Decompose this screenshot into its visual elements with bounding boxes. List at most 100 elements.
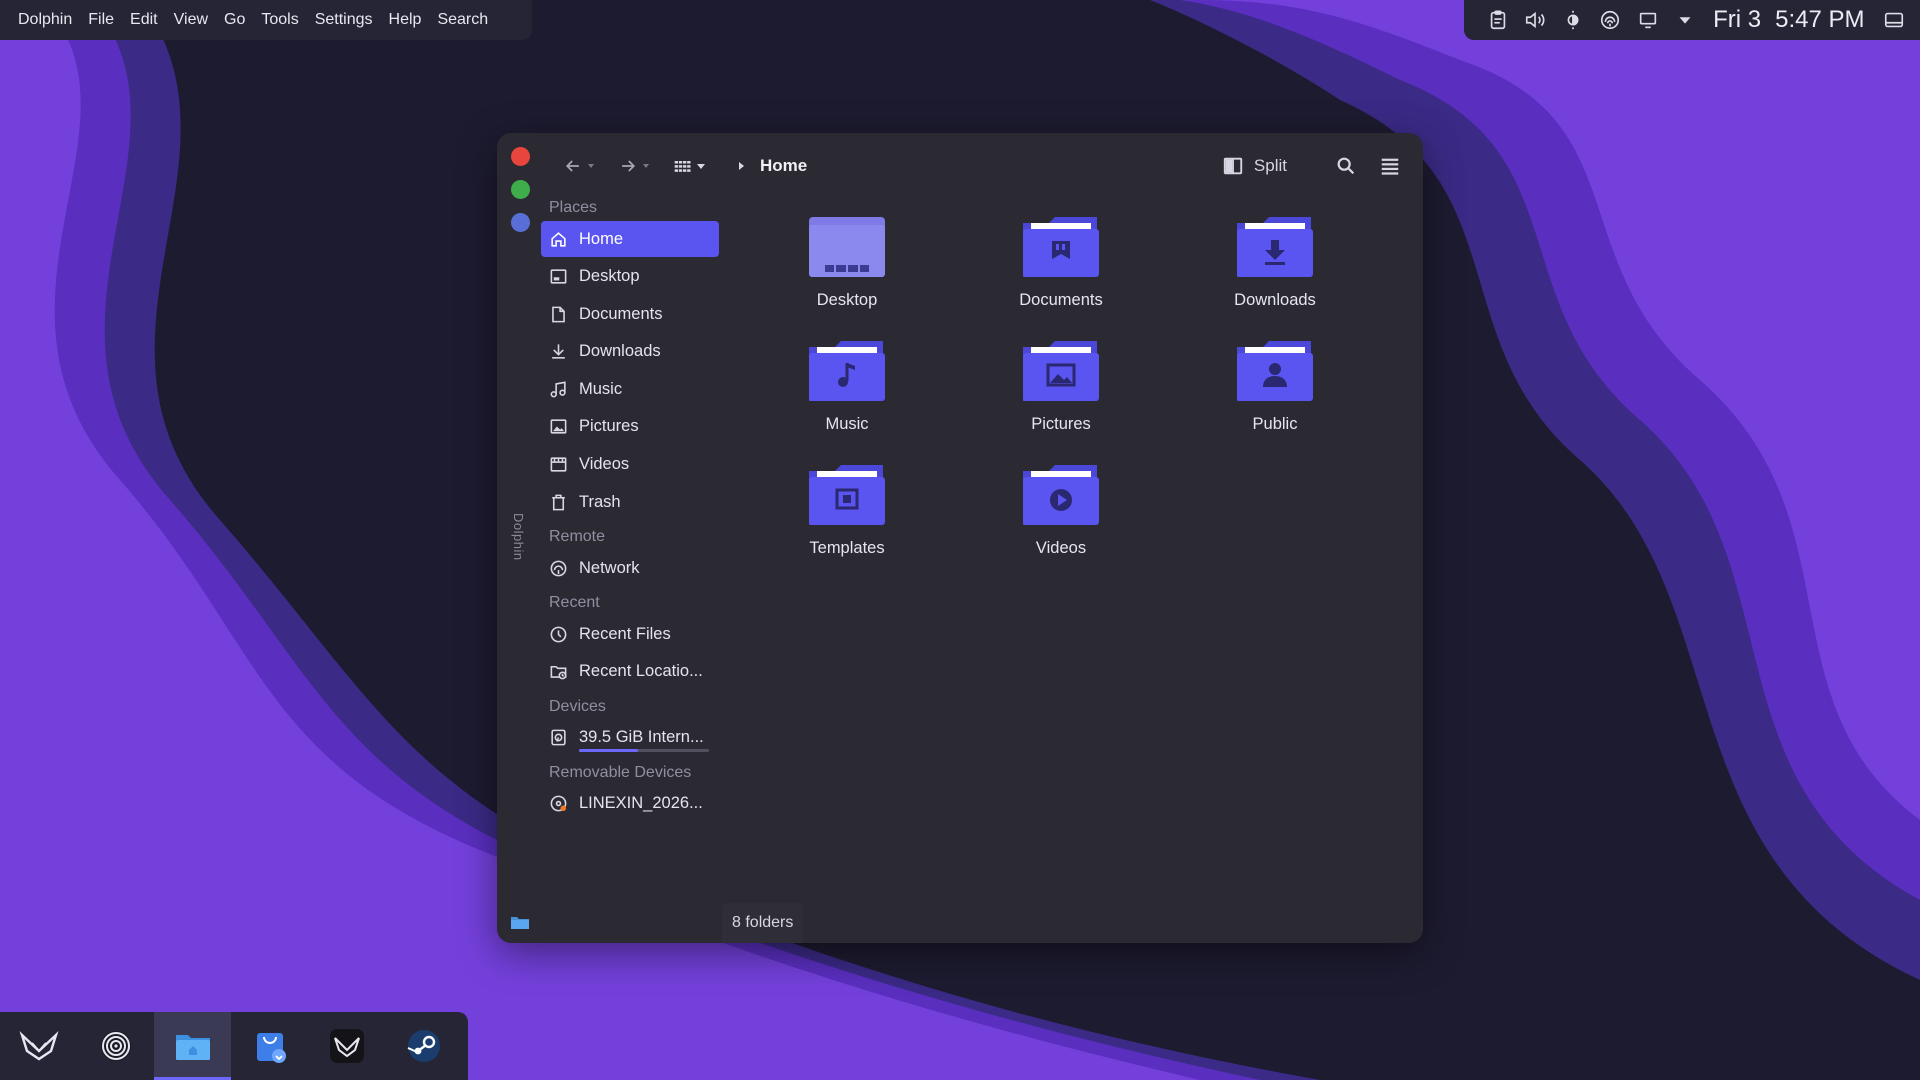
section-recent: Recent <box>549 594 600 612</box>
sidebar-item-trash[interactable]: Trash <box>541 484 719 520</box>
sidebar-item-label: Home <box>579 229 624 248</box>
toolbar-right: Split <box>1222 147 1403 185</box>
sidebar-item-network[interactable]: Network <box>541 550 719 586</box>
sidebar-item-internal-drive[interactable]: 39.5 GiB Intern... <box>541 720 719 756</box>
folder-label: Templates <box>809 539 885 557</box>
folder-documents[interactable]: Documents <box>991 215 1131 310</box>
folder-public[interactable]: Public <box>1205 339 1345 434</box>
store-bag-icon <box>256 1033 286 1063</box>
document-icon <box>552 306 565 323</box>
folder-videos[interactable]: Videos <box>991 463 1131 558</box>
folder-desktop[interactable]: Desktop <box>777 215 917 310</box>
sidebar-item-recent-files[interactable]: Recent Files <box>541 616 719 652</box>
menu-go[interactable]: Go <box>216 11 253 29</box>
hamburger-menu-button[interactable] <box>1377 153 1403 179</box>
image-icon <box>550 419 567 435</box>
status-bar: 8 folders <box>722 903 804 943</box>
dolphin-window: Dolphin Home Split Places Home Desktop D… <box>497 133 1423 943</box>
forward-button[interactable] <box>618 156 651 176</box>
sidebar-item-home[interactable]: Home <box>541 221 719 257</box>
sidebar-item-downloads[interactable]: Downloads <box>541 334 719 370</box>
display-icon[interactable] <box>1636 8 1660 32</box>
folder-label: Videos <box>1035 539 1087 557</box>
linexin-app-icon <box>329 1029 364 1063</box>
optical-disc-icon <box>550 795 567 812</box>
drive-usage-bar <box>579 748 709 752</box>
folder-videos-icon <box>1023 465 1099 525</box>
folder-music[interactable]: Music <box>777 339 917 434</box>
taskbar-app-steam[interactable] <box>385 1012 462 1080</box>
status-text: 8 folders <box>732 914 794 931</box>
sidebar-item-pictures[interactable]: Pictures <box>541 409 719 445</box>
taskbar <box>0 1012 468 1080</box>
sidebar-item-label: Documents <box>579 304 663 323</box>
menu-view[interactable]: View <box>166 11 216 29</box>
volume-icon[interactable] <box>1524 8 1548 32</box>
split-view-icon <box>1223 157 1243 175</box>
home-icon <box>551 231 566 247</box>
menu-settings[interactable]: Settings <box>307 11 381 29</box>
sidebar-item-label: Downloads <box>579 342 661 361</box>
taskbar-app-linexin[interactable] <box>308 1012 385 1080</box>
split-button[interactable]: Split <box>1222 155 1287 177</box>
minimize-button[interactable] <box>511 213 530 232</box>
global-menu-bar: Dolphin File Edit View Go Tools Settings… <box>0 0 532 40</box>
menu-file[interactable]: File <box>80 11 122 29</box>
search-icon <box>1337 157 1355 175</box>
menu-search[interactable]: Search <box>429 11 496 29</box>
menu-help[interactable]: Help <box>381 11 430 29</box>
maximize-button[interactable] <box>511 180 530 199</box>
trash-icon <box>552 494 565 511</box>
sidebar-item-removable-disc[interactable]: LINEXIN_2026... <box>541 786 719 822</box>
section-remote: Remote <box>549 528 606 546</box>
expand-arrow-icon[interactable] <box>1674 8 1698 32</box>
places-panel: Places Home Desktop Documents Downloads … <box>541 195 741 823</box>
sidebar-item-label: Desktop <box>579 267 640 286</box>
menu-app-dolphin[interactable]: Dolphin <box>10 11 80 29</box>
hard-drive-icon <box>551 729 566 746</box>
folder-pictures[interactable]: Pictures <box>991 339 1131 434</box>
taskbar-app-dolphin[interactable] <box>154 1012 231 1080</box>
breadcrumb[interactable]: Home <box>736 156 807 176</box>
folder-documents-icon <box>1023 217 1099 277</box>
download-icon <box>552 344 565 359</box>
breadcrumb-home[interactable]: Home <box>760 156 807 176</box>
close-button[interactable] <box>511 147 530 166</box>
brightness-icon[interactable] <box>1561 8 1585 32</box>
search-button[interactable] <box>1333 153 1359 179</box>
sidebar-item-desktop[interactable]: Desktop <box>541 259 719 295</box>
clock[interactable]: Fri 3 5:47 PM <box>1713 6 1878 34</box>
sidebar-item-recent-locations[interactable]: Recent Locatio... <box>541 654 719 690</box>
taskbar-app-store[interactable] <box>231 1012 308 1080</box>
folder-label: Music <box>825 415 869 433</box>
folder-desktop-icon <box>809 217 885 277</box>
spiral-icon <box>100 1031 131 1061</box>
sidebar-item-videos[interactable]: Videos <box>541 447 719 483</box>
menu-tools[interactable]: Tools <box>253 11 306 29</box>
network-globe-icon <box>550 560 567 577</box>
toolbar: Home Split <box>563 147 1409 185</box>
sidebar-item-label: Recent Files <box>579 624 671 643</box>
sidebar-item-label: Videos <box>579 455 630 474</box>
sidebar-item-label: Trash <box>579 492 621 511</box>
sidebar-item-music[interactable]: Music <box>541 371 719 407</box>
folder-public-icon <box>1237 341 1313 401</box>
taskbar-app-settings[interactable] <box>77 1012 154 1080</box>
folder-music-icon <box>809 341 885 401</box>
network-icon[interactable] <box>1599 8 1623 32</box>
grid-icon <box>674 161 691 172</box>
split-label: Split <box>1253 156 1287 175</box>
folder-clock-icon <box>550 666 567 680</box>
show-desktop-icon[interactable] <box>1882 8 1906 32</box>
clipboard-icon[interactable] <box>1486 8 1510 32</box>
menu-edit[interactable]: Edit <box>122 11 166 29</box>
taskbar-app-launcher[interactable] <box>0 1012 77 1080</box>
folder-downloads[interactable]: Downloads <box>1205 215 1345 310</box>
folder-templates[interactable]: Templates <box>777 463 917 558</box>
back-button[interactable] <box>563 156 596 176</box>
sidebar-item-documents[interactable]: Documents <box>541 296 719 332</box>
view-mode-button[interactable] <box>673 156 706 176</box>
folder-status-icon[interactable] <box>511 915 529 929</box>
sidebar-item-label: 39.5 GiB Intern... <box>579 728 704 747</box>
section-devices: Devices <box>549 697 606 715</box>
